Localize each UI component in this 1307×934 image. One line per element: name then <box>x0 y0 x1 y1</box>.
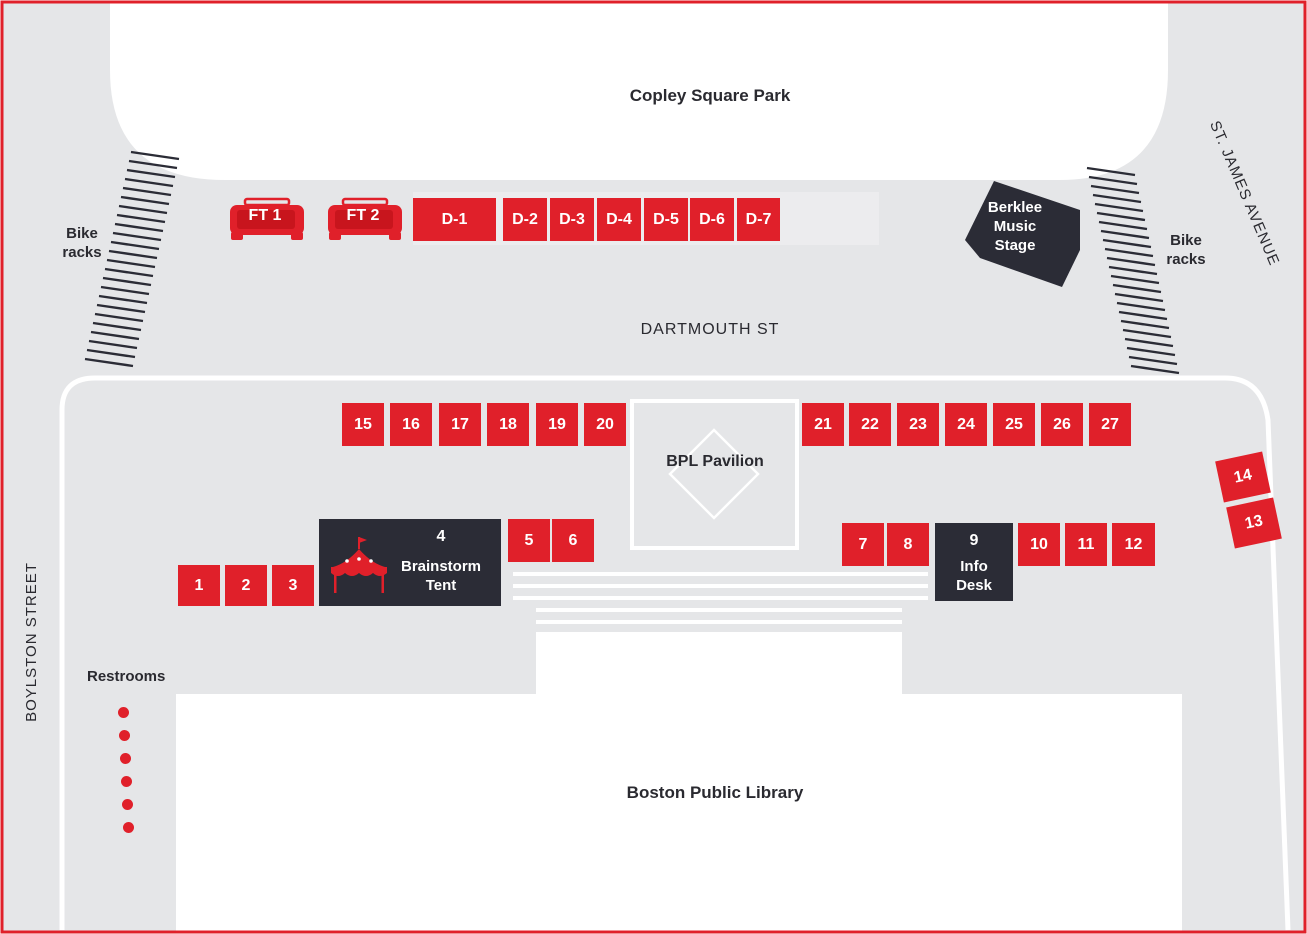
booth-22[interactable]: 22 <box>849 403 891 446</box>
booth-5[interactable]: 5 <box>508 519 550 562</box>
berklee-music-stage-label[interactable]: Berklee Music Stage <box>975 198 1055 255</box>
booth-17[interactable]: 17 <box>439 403 481 446</box>
booth-3[interactable]: 3 <box>272 565 314 606</box>
booth-d-1[interactable]: D-1 <box>413 198 496 241</box>
booth-d-5[interactable]: D-5 <box>644 198 688 241</box>
food-truck-2-label: FT 2 <box>346 207 380 224</box>
restroom-marker <box>120 753 131 764</box>
booth-18[interactable]: 18 <box>487 403 529 446</box>
bpl-pavilion-label: BPL Pavilion <box>666 453 764 470</box>
restroom-marker <box>121 776 132 787</box>
booth-23[interactable]: 23 <box>897 403 939 446</box>
booth-11[interactable]: 11 <box>1065 523 1107 566</box>
booth-d-7[interactable]: D-7 <box>737 198 780 241</box>
booth-8[interactable]: 8 <box>887 523 929 566</box>
event-map: Copley Square Park DARTMOUTH ST Boston P… <box>0 0 1307 934</box>
dartmouth-st-label: DARTMOUTH ST <box>640 321 780 338</box>
booth-d-6[interactable]: D-6 <box>690 198 734 241</box>
brainstorm-tent-label: Brainstorm Tent <box>400 558 482 594</box>
bike-racks-left-label: Bike racks <box>62 225 102 261</box>
booth-d-2[interactable]: D-2 <box>503 198 547 241</box>
tent-icon <box>331 537 387 593</box>
booth-6[interactable]: 6 <box>552 519 594 562</box>
booth-21[interactable]: 21 <box>802 403 844 446</box>
restroom-marker <box>119 730 130 741</box>
restroom-marker <box>122 799 133 810</box>
food-truck-1-label: FT 1 <box>248 207 282 224</box>
booth-12[interactable]: 12 <box>1112 523 1155 566</box>
booth-20[interactable]: 20 <box>584 403 626 446</box>
booth-7[interactable]: 7 <box>842 523 884 566</box>
brainstorm-tent-booth[interactable]: 4 Brainstorm Tent <box>319 519 501 606</box>
booth-24[interactable]: 24 <box>945 403 987 446</box>
booth-15[interactable]: 15 <box>342 403 384 446</box>
restroom-marker <box>123 822 134 833</box>
boylston-street-label: BOYLSTON STREET <box>23 562 40 722</box>
booth-10[interactable]: 10 <box>1018 523 1060 566</box>
booth-16[interactable]: 16 <box>390 403 432 446</box>
info-desk-label: Info Desk <box>956 558 992 594</box>
booth-26[interactable]: 26 <box>1041 403 1083 446</box>
booth-d-3[interactable]: D-3 <box>550 198 594 241</box>
booth-25[interactable]: 25 <box>993 403 1035 446</box>
bike-racks-right-label: Bike racks <box>1166 232 1206 268</box>
restrooms-label: Restrooms <box>87 668 166 685</box>
booth-19[interactable]: 19 <box>536 403 578 446</box>
food-truck-1[interactable]: FT 1 <box>227 197 307 241</box>
food-truck-2[interactable]: FT 2 <box>325 197 405 241</box>
info-desk-booth[interactable]: 9 Info Desk <box>935 523 1013 601</box>
info-desk-number: 9 <box>969 532 979 549</box>
booth-27[interactable]: 27 <box>1089 403 1131 446</box>
booth-2[interactable]: 2 <box>225 565 267 606</box>
restroom-marker <box>118 707 129 718</box>
boston-public-library-label: Boston Public Library <box>626 783 804 802</box>
booth-d-4[interactable]: D-4 <box>597 198 641 241</box>
copley-square-park-label: Copley Square Park <box>629 86 791 105</box>
booth-1[interactable]: 1 <box>178 565 220 606</box>
brainstorm-tent-number: 4 <box>436 528 446 545</box>
